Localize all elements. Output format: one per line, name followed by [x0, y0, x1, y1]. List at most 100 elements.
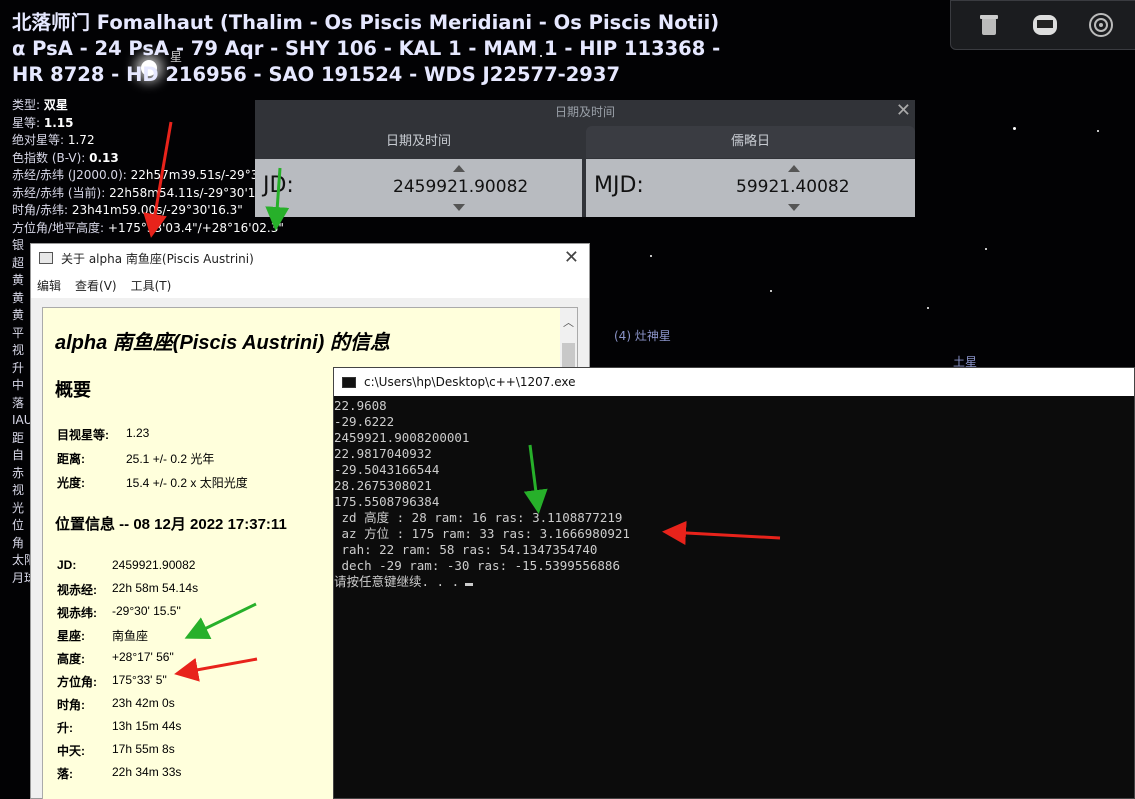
window-toggle-icon[interactable]: [1031, 11, 1059, 39]
info-label: 赤: [12, 465, 25, 480]
console-line: az 方位 : 175 ram: 33 ras: 3.1666980921: [334, 526, 1134, 542]
scroll-up-icon[interactable]: ︿: [563, 314, 574, 330]
row-key: 光度:: [57, 476, 85, 490]
console-title: c:\Users\hp\Desktop\c++\1207.exe: [364, 375, 576, 389]
asteroid-label[interactable]: (4) 灶神星: [614, 327, 671, 344]
row-key: 中天:: [57, 744, 85, 758]
selected-object-title: 北落师门 Fomalhaut (Thalim - Os Piscis Merid…: [12, 10, 732, 88]
row-key: 时角:: [57, 698, 85, 712]
close-icon[interactable]: ✕: [896, 101, 911, 121]
star: [985, 248, 987, 250]
row-value: 2459921.90082: [112, 558, 196, 572]
spin-down-icon[interactable]: [453, 204, 465, 211]
tab-datetime[interactable]: 日期及时间: [255, 126, 582, 158]
title-line: α PsA - 24 PsA - 79 Aqr - SHY 106 - KAL …: [12, 37, 721, 60]
spin-down-icon[interactable]: [788, 204, 800, 211]
row-value: 17h 55m 8s: [112, 742, 175, 756]
close-icon[interactable]: ✕: [564, 247, 579, 268]
row-key: 落:: [57, 767, 73, 781]
info-label: 赤经/赤纬 (当前):: [12, 185, 110, 200]
console-titlebar[interactable]: c:\Users\hp\Desktop\c++\1207.exe: [334, 368, 1134, 396]
info-label: 自: [12, 448, 25, 462]
about-window-title: 关于 alpha 南鱼座(Piscis Austrini): [61, 251, 254, 266]
info-label: 方位角/地平高度:: [12, 220, 108, 235]
star: [927, 307, 929, 309]
console-line: 请按任意键继续. . .: [334, 574, 1134, 590]
mjd-field[interactable]: MJD: 59921.40082: [586, 159, 915, 217]
info-label: 时角/赤纬:: [12, 203, 72, 217]
console-line-text: az 方位 : 175 ram: 33 ras: 3.1666980921: [334, 526, 630, 541]
row-value: 13h 15m 44s: [112, 719, 182, 733]
console-line: 28.2675308021: [334, 478, 1134, 494]
info-label: 黄: [12, 290, 25, 305]
info-label: 光: [12, 500, 25, 515]
row-value: +28°17' 56": [112, 650, 174, 664]
info-row: 方位角/地平高度: +175°33'03.4"/+28°16'02.3": [12, 220, 332, 238]
info-label: 黄: [12, 273, 25, 287]
info-label: 中: [12, 378, 25, 392]
info-label: 银: [12, 238, 25, 252]
menu-edit[interactable]: 编辑: [37, 277, 61, 294]
info-label: 绝对星等:: [12, 133, 68, 147]
console-line-text: 2459921.9008200001: [334, 430, 470, 445]
row-value: 175°33' 5": [112, 673, 167, 687]
console-line-text: dech -29 ram: -30 ras: -15.5399556886: [334, 558, 620, 573]
info-value: 双星: [43, 98, 68, 112]
console-line-text: 175.5508796384: [334, 494, 440, 509]
row-key: 距离:: [57, 452, 85, 466]
mjd-value[interactable]: 59921.40082: [736, 177, 850, 197]
jd-field[interactable]: JD: 2459921.90082: [255, 159, 582, 217]
info-label: 色指数 (B-V):: [12, 150, 90, 165]
jd-value[interactable]: 2459921.90082: [393, 177, 528, 197]
info-value: +175°33'03.4"/+28°16'02.3": [107, 220, 284, 235]
menu-tools[interactable]: 工具(T): [131, 277, 172, 294]
text-cursor: [465, 583, 474, 586]
row-key: 升:: [57, 721, 73, 735]
menu-view[interactable]: 查看(V): [75, 277, 117, 294]
info-value: 1.72: [67, 133, 95, 147]
row-key: 目视星等:: [57, 428, 109, 442]
row-value: 22h 58m 54.14s: [112, 581, 199, 595]
dialog-title: 日期及时间 ✕: [255, 100, 915, 124]
row-key: JD:: [57, 558, 77, 572]
info-label: 视: [12, 343, 25, 357]
console-window: c:\Users\hp\Desktop\c++\1207.exe 22.9608…: [333, 367, 1135, 799]
console-output[interactable]: 22.9608 -29.6222 2459921.9008200001 22.9817…: [334, 396, 1134, 590]
spin-up-icon[interactable]: [453, 165, 465, 172]
row-value: 1.23: [126, 426, 150, 440]
row-key: 视赤经:: [57, 583, 97, 597]
target-icon[interactable]: [1087, 11, 1115, 39]
console-line-text: 22.9608: [334, 398, 387, 413]
info-label: 星等:: [12, 115, 44, 130]
datetime-dialog: 日期及时间 ✕ 日期及时间 儒略日 JD: 2459921.90082 MJD:…: [255, 100, 915, 217]
row-key: 星座:: [57, 629, 85, 643]
overview-title: 概要: [55, 380, 91, 400]
console-line: rah: 22 ram: 58 ras: 54.1347354740: [334, 542, 1134, 558]
console-line: 22.9608: [334, 398, 1134, 414]
info-value: 1.15: [43, 115, 74, 130]
row-key: 高度:: [57, 652, 85, 666]
trash-can-icon[interactable]: [975, 11, 1003, 39]
tab-julian-day[interactable]: 儒略日: [586, 126, 915, 158]
console-line-text: 请按任意键继续. . .: [334, 574, 460, 589]
dialog-title-text: 日期及时间: [554, 105, 615, 119]
info-label: 黄: [12, 308, 25, 322]
console-line: 175.5508796384: [334, 494, 1134, 510]
row-value: 15.4 +/- 0.2 x 太阳光度: [126, 476, 248, 490]
position-title: 位置信息 -- 08 12月 2022 17:37:11: [55, 516, 287, 533]
console-line: 22.9817040932: [334, 446, 1134, 462]
row-value: 25.1 +/- 0.2 光年: [126, 452, 215, 466]
spin-up-icon[interactable]: [788, 165, 800, 172]
row-value: 22h 34m 33s: [112, 765, 182, 779]
console-icon: [342, 376, 356, 388]
jd-label: JD:: [263, 173, 294, 198]
window-icon: [39, 252, 53, 264]
row-value: 23h 42m 0s: [112, 696, 175, 710]
about-titlebar[interactable]: 关于 alpha 南鱼座(Piscis Austrini) ✕: [31, 244, 589, 272]
row-value: -29°30' 15.5": [112, 604, 181, 618]
star-name-label: 星: [170, 50, 183, 64]
info-label: 距: [12, 430, 25, 445]
info-label: 位: [12, 518, 25, 532]
console-line: dech -29 ram: -30 ras: -15.5399556886: [334, 558, 1134, 574]
console-line-text: -29.5043166544: [334, 462, 440, 477]
